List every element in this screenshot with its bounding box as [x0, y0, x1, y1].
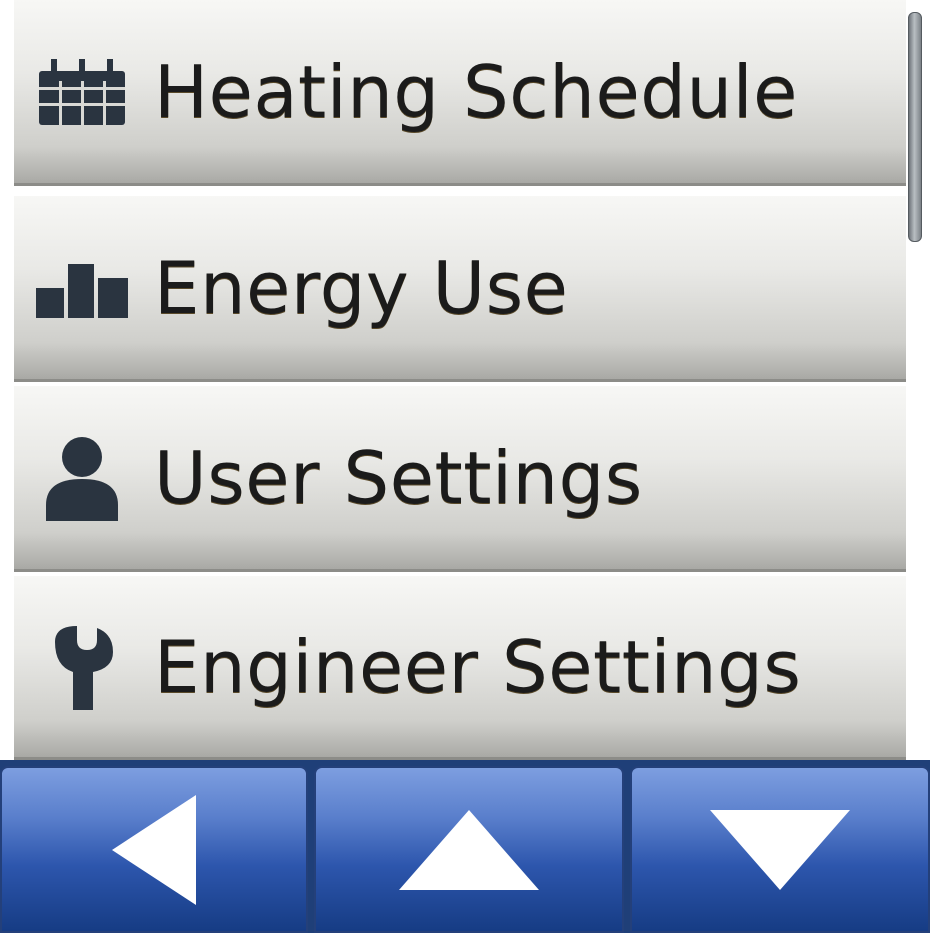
- menu-item-label: User Settings: [154, 435, 643, 520]
- bar-chart-icon: [36, 242, 128, 334]
- menu-item-label: Engineer Settings: [154, 624, 802, 709]
- menu-item-label: Energy Use: [154, 245, 569, 330]
- menu-scrollbar[interactable]: [906, 0, 930, 760]
- wrench-icon: [36, 621, 128, 713]
- down-arrow-icon: [710, 809, 850, 890]
- menu-item-energy-use[interactable]: Energy Use: [14, 196, 906, 382]
- calendar-icon: [36, 46, 128, 138]
- scrollbar-thumb[interactable]: [908, 12, 922, 242]
- settings-menu: Heating Schedule Energy Use User Setting…: [14, 0, 906, 760]
- user-icon: [36, 432, 128, 524]
- menu-item-user-settings[interactable]: User Settings: [14, 386, 906, 572]
- menu-item-label: Heating Schedule: [154, 49, 798, 134]
- navigation-bar: [0, 760, 930, 933]
- scroll-down-button[interactable]: [630, 766, 930, 933]
- up-arrow-icon: [399, 809, 539, 890]
- scroll-up-button[interactable]: [314, 766, 624, 933]
- menu-item-engineer-settings[interactable]: Engineer Settings: [14, 576, 906, 760]
- left-arrow-icon: [112, 794, 196, 905]
- menu-item-heating-schedule[interactable]: Heating Schedule: [14, 0, 906, 186]
- back-button[interactable]: [0, 766, 308, 933]
